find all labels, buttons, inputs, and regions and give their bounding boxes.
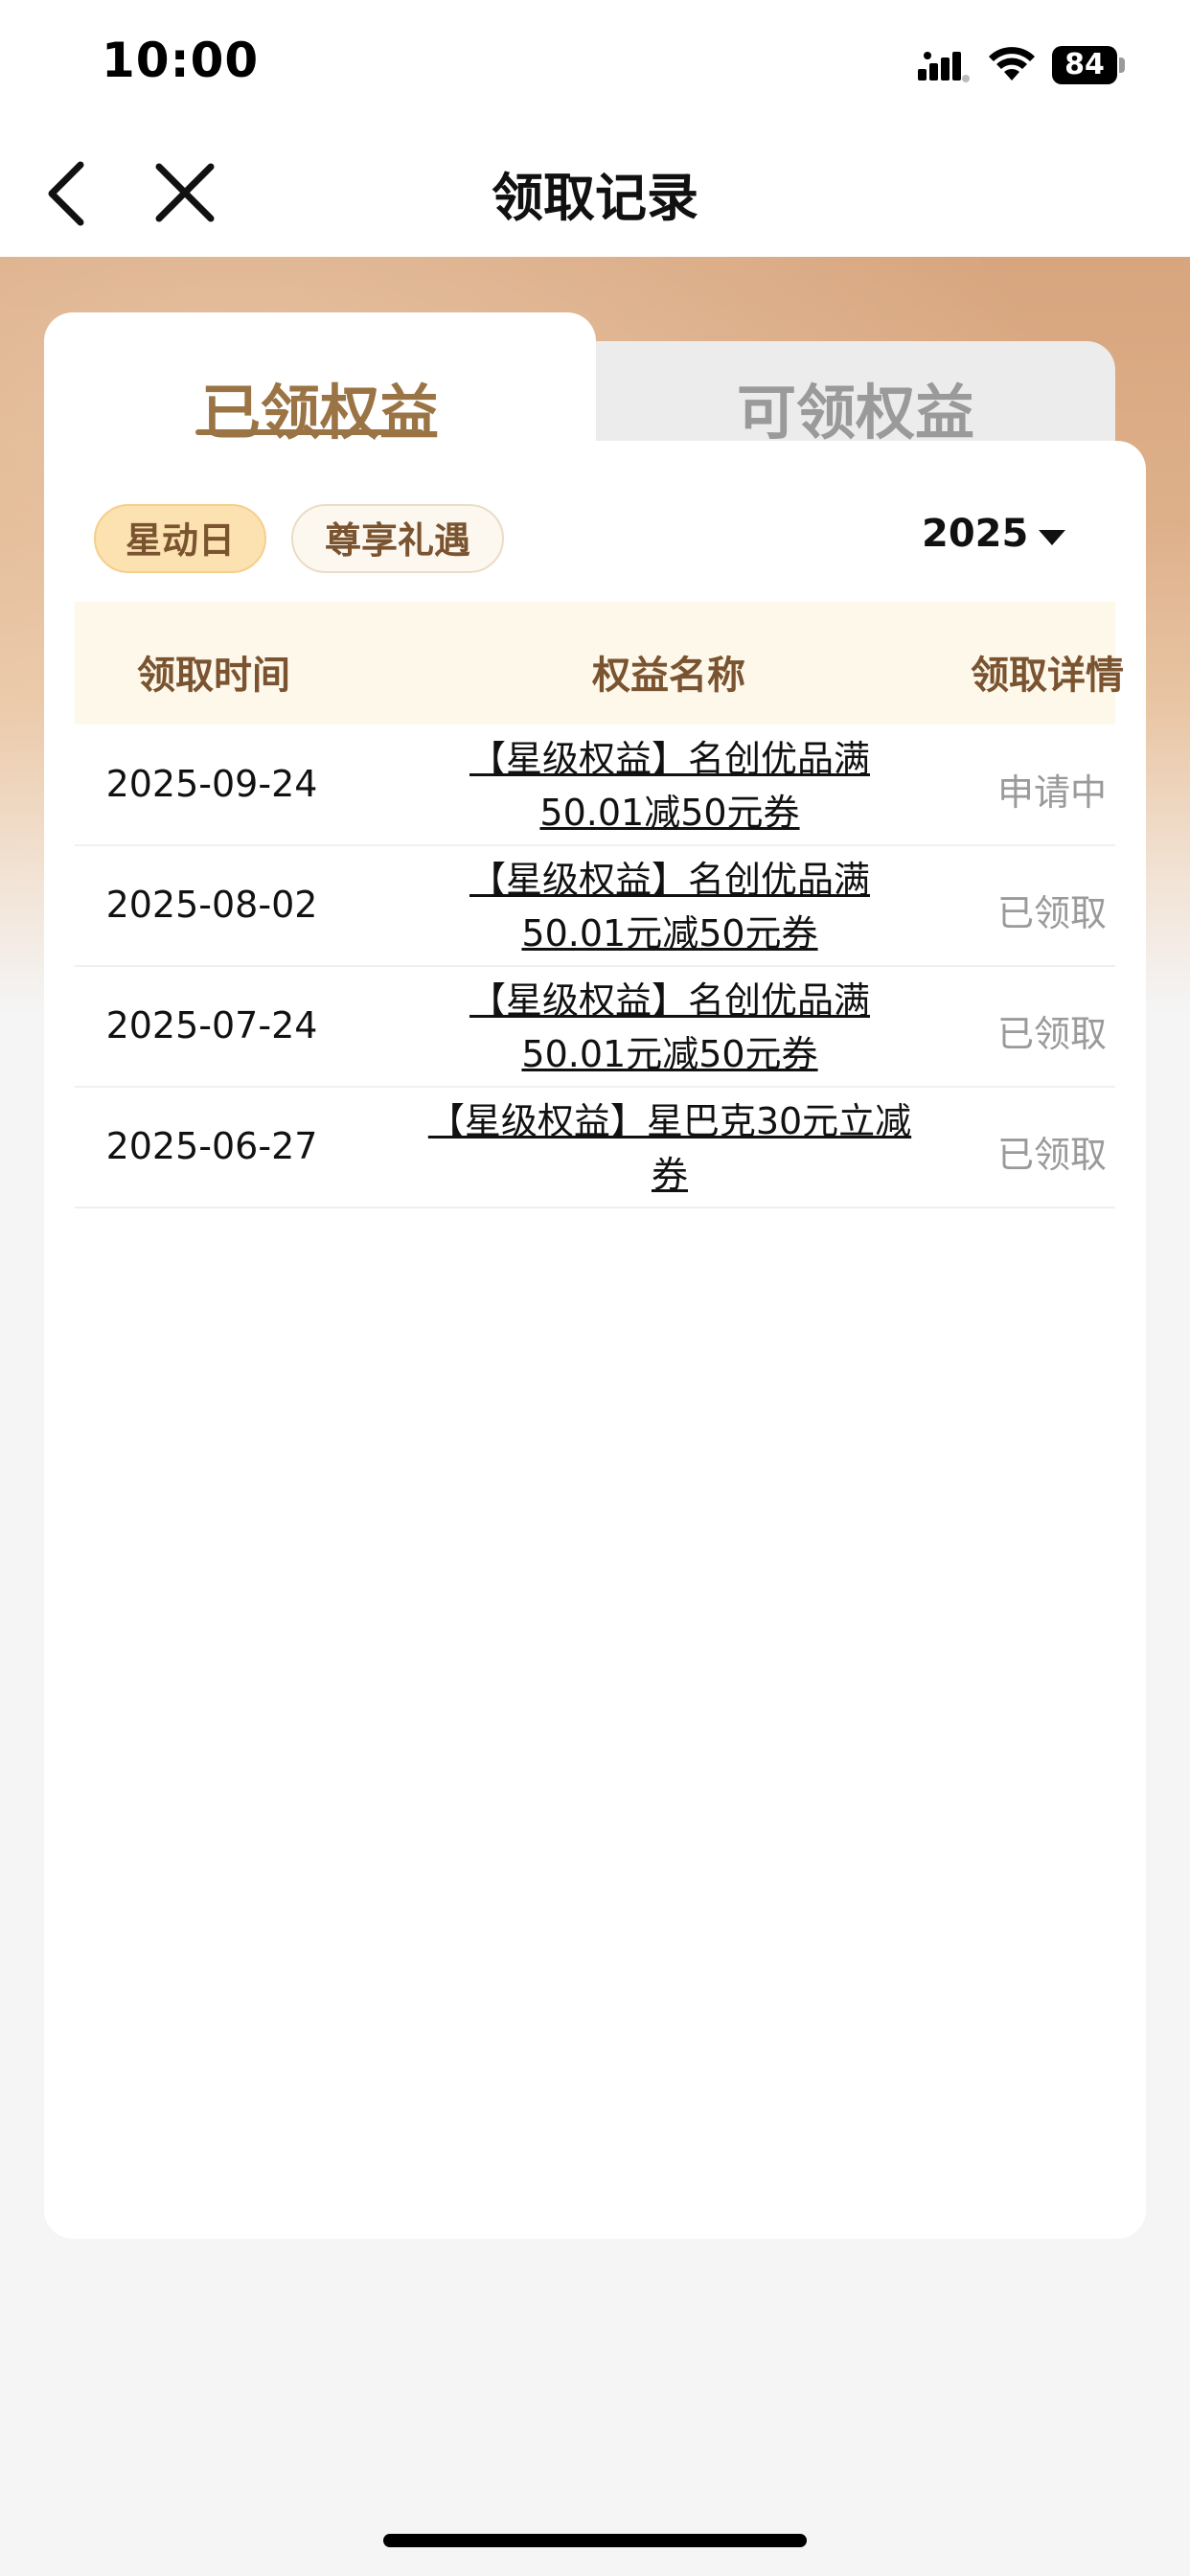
filter-chip-exclusive-gifts[interactable]: 尊享礼遇 [291, 504, 504, 573]
table-row: 2025-06-27 【星级权益】星巴克30元立减 券 已领取 [75, 1087, 1115, 1208]
row-benefit-link[interactable]: 【星级权益】名创优品满 50.01减50元券 [341, 732, 998, 840]
battery-icon: 84 [1052, 46, 1125, 84]
header-benefit-name: 权益名称 [592, 654, 745, 698]
battery-level: 84 [1052, 46, 1117, 84]
year-selector[interactable]: 2025 [922, 512, 1028, 556]
header-claim-detail: 领取详情 [971, 654, 1124, 698]
table-header: 领取时间 权益名称 领取详情 [75, 602, 1124, 724]
row-status: 申请中 [996, 771, 1107, 814]
caret-down-icon[interactable] [1037, 527, 1067, 548]
row-benefit-link[interactable]: 【星级权益】名创优品满 50.01元减50元券 [341, 974, 998, 1081]
battery-cap [1119, 58, 1125, 73]
table-row: 2025-08-02 【星级权益】名创优品满 50.01元减50元券 已领取 [75, 845, 1115, 967]
row-date: 2025-09-24 [105, 763, 318, 805]
row-date: 2025-07-24 [105, 1004, 318, 1046]
nav-bar: 领取记录 [0, 126, 1190, 257]
filter-chip-star-day[interactable]: 星动日 [94, 504, 266, 573]
tab-available-label[interactable]: 可领权益 [596, 364, 1115, 450]
page-title: 领取记录 [492, 168, 698, 228]
status-time: 10:00 [102, 33, 260, 88]
row-date: 2025-08-02 [105, 884, 318, 926]
header-claim-time: 领取时间 [137, 654, 290, 698]
row-status: 已领取 [996, 1013, 1107, 1055]
cellular-signal-icon [918, 52, 970, 82]
row-benefit-link[interactable]: 【星级权益】星巴克30元立减 券 [341, 1094, 998, 1202]
status-bar: 10:00 84 [0, 0, 1190, 126]
row-benefit-link[interactable]: 【星级权益】名创优品满 50.01元减50元券 [341, 853, 998, 960]
page: 10:00 84 领取记录 已领权益 可领权益 星动日 尊享礼遇 2025 领取… [0, 0, 1190, 2576]
row-status: 已领取 [996, 892, 1107, 934]
wifi-icon [989, 47, 1035, 80]
table-row: 2025-07-24 【星级权益】名创优品满 50.01元减50元券 已领取 [75, 966, 1115, 1088]
tab-active-underline [195, 429, 423, 435]
row-date: 2025-06-27 [105, 1125, 318, 1167]
table-row: 2025-09-24 【星级权益】名创优品满 50.01减50元券 申请中 [75, 724, 1115, 846]
home-indicator[interactable] [383, 2534, 807, 2547]
tab-claimed-label[interactable]: 已领权益 [44, 364, 596, 450]
row-status: 已领取 [996, 1134, 1107, 1176]
